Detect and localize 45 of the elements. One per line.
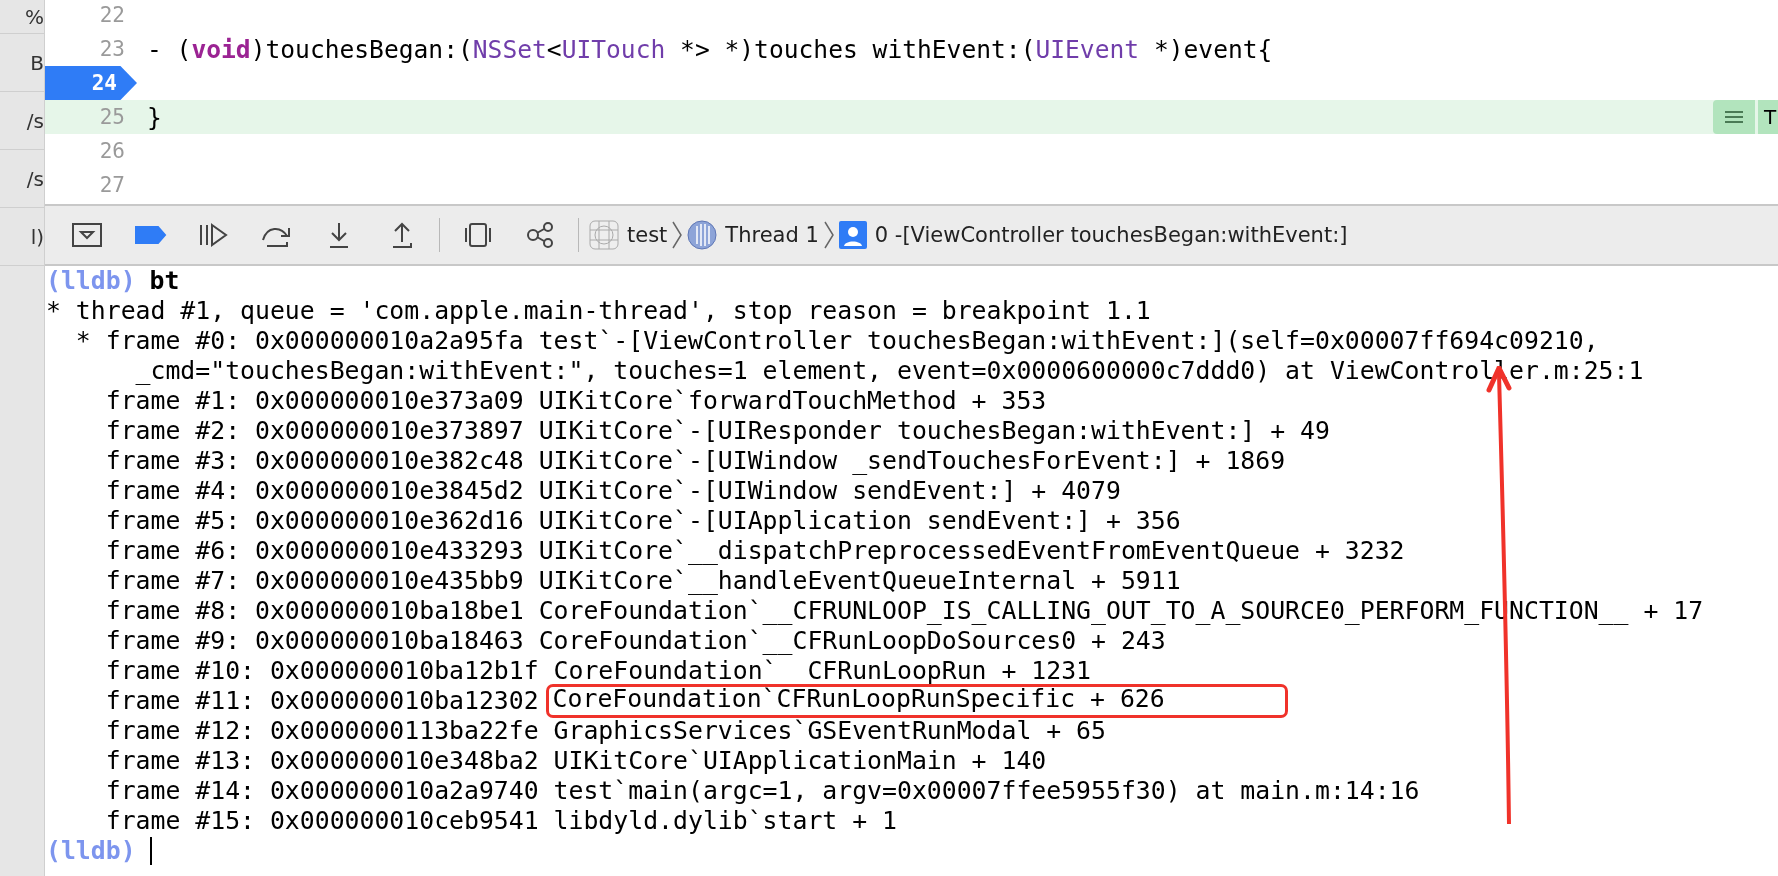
text-cursor	[149, 837, 152, 865]
panel-text: B	[30, 50, 44, 75]
line-number: 27	[99, 172, 126, 199]
console-output: frame #5: 0x000000010e362d16 UIKitCore`-[UIApplication sendEvent:] + 356	[104, 506, 1181, 536]
line-number: 25	[99, 104, 126, 131]
panel-text: /s	[26, 108, 44, 133]
console-output: frame #15: 0x000000010ceb9541 libdyld.dylib`start + 1	[104, 806, 897, 836]
line-number: 26	[99, 138, 126, 165]
code-line: }	[147, 102, 162, 132]
console-prompt: (lldb)	[46, 836, 136, 866]
console-output: * thread #1, queue = 'com.apple.main-thread', stop reason = breakpoint 1.1	[46, 296, 1151, 326]
console-output: frame #7: 0x000000010e435bb9 UIKitCore`__handleEventQueueInternal + 5911	[104, 566, 1181, 596]
console-output: frame #13: 0x000000010e348ba2 UIKitCore`UIApplicationMain + 140	[104, 746, 1047, 776]
console-command: bt	[149, 266, 180, 296]
console-output: frame #12: 0x0000000113ba22fe GraphicsServices`GSEventRunModal + 65	[104, 716, 1106, 746]
console-output: * frame #0: 0x000000010a2a95fa test`-[ViewController touchesBegan:withEvent:](self=0x00007ff694c09210,	[74, 326, 1599, 356]
line-number: 22	[99, 2, 126, 29]
app-icon	[589, 220, 619, 250]
breadcrumb-item[interactable]: 0 -[ViewController touchesBegan:withEvent:]	[834, 221, 1352, 249]
console-output: frame #2: 0x000000010e373897 UIKitCore`-[UIResponder touchesBegan:withEvent:] + 49	[104, 416, 1330, 446]
chevron-icon	[671, 220, 684, 250]
menu-icon[interactable]	[1713, 100, 1755, 134]
console-output: frame #6: 0x000000010e433293 UIKitCore`__dispatchPreprocessedEventFromEventQueue + 3232	[104, 536, 1405, 566]
breadcrumb-item[interactable]: Thread 1	[683, 220, 823, 250]
console-output: frame #3: 0x000000010e382c48 UIKitCore`-[UIWindow _sendTouchesForEvent:] + 1869	[104, 446, 1286, 476]
breadcrumb-item[interactable]: test	[585, 220, 672, 250]
breakpoint-marker[interactable]: 24	[45, 66, 137, 100]
panel-text: /s	[26, 166, 44, 191]
code-line: - (void)touchesBegan:(NSSet<UITouch *> *)touches withEvent:(UIEvent *)event{	[147, 34, 1273, 64]
thread-icon	[687, 220, 718, 250]
console-output: frame #9: 0x000000010ba18463 CoreFoundation`__CFRunLoopDoSources0 + 243	[104, 626, 1166, 656]
console-output: frame #4: 0x000000010e3845d2 UIKitCore`-[UIWindow sendEvent:] + 4079	[104, 476, 1121, 506]
annotation-label: T	[1758, 100, 1778, 134]
panel-text: l)	[30, 224, 44, 249]
chevron-icon	[822, 220, 835, 250]
console-output: frame #10: 0x000000010ba12b1f CoreFoundation`__CFRunLoopRun + 1231	[104, 656, 1092, 686]
console-output: frame #14: 0x000000010a2a9740 test`main(argc=1, argv=0x00007ffee5955f30) at main.m:14:16	[104, 776, 1420, 806]
line-number: 23	[99, 36, 126, 63]
console-output: frame #1: 0x000000010e373a09 UIKitCore`forwardTouchMethod + 353	[104, 386, 1047, 416]
panel-down-icon	[69, 220, 104, 250]
user-icon	[838, 221, 867, 249]
annotation-box: CoreFoundation`CFRunLoopRunSpecific + 626	[545, 684, 1288, 718]
console-output: frame #11: 0x000000010ba12302	[104, 686, 540, 716]
panel-text: %	[25, 4, 44, 29]
console-prompt: (lldb)	[46, 266, 136, 296]
